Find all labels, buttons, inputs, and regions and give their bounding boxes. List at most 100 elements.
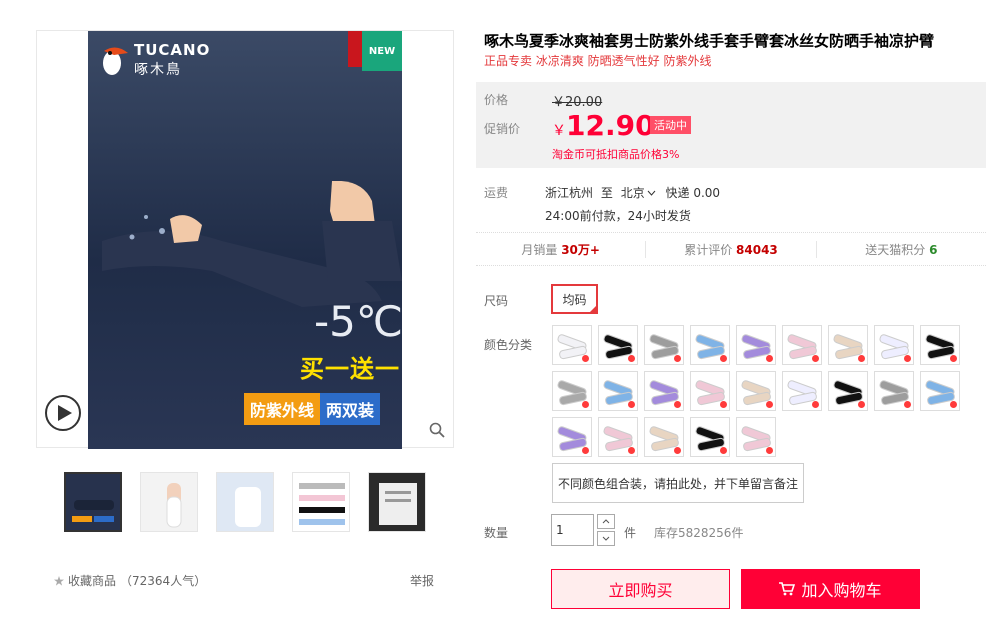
thumbnail-5[interactable] xyxy=(368,472,426,532)
tag-dot-icon xyxy=(904,401,911,408)
shipping-note: 24:00前付款，24小时发货 xyxy=(545,209,691,223)
thumbnail-1[interactable] xyxy=(64,472,122,532)
monthly-sales-label: 月销量 xyxy=(521,242,558,257)
color-swatch[interactable] xyxy=(552,325,592,365)
color-swatch[interactable] xyxy=(874,325,914,365)
favorite-product[interactable]: 收藏商品 （72364人气） xyxy=(54,572,206,589)
color-swatch[interactable] xyxy=(552,417,592,457)
product-subtitle: 正品专卖 冰凉清爽 防晒透气性好 防紫外线 xyxy=(484,54,712,68)
tag-dot-icon xyxy=(674,447,681,454)
quantity-unit: 件 xyxy=(624,526,637,540)
color-swatch[interactable] xyxy=(828,325,868,365)
monthly-sales: 月销量 30万+ xyxy=(476,240,647,258)
activity-tag: 活动中 xyxy=(650,116,691,134)
color-swatch[interactable] xyxy=(920,325,960,365)
color-swatch[interactable] xyxy=(644,325,684,365)
tag-dot-icon xyxy=(766,447,773,454)
color-swatch[interactable] xyxy=(644,417,684,457)
tag-dot-icon xyxy=(582,447,589,454)
color-swatch[interactable] xyxy=(690,417,730,457)
coin-note: 淘金币可抵扣商品价格3% xyxy=(552,148,680,161)
tag-dot-icon xyxy=(858,401,865,408)
tag-dot-icon xyxy=(720,355,727,362)
shipping-route: 浙江杭州 至 北京 快递 0.00 xyxy=(545,184,720,201)
quantity-decrease-button[interactable] xyxy=(597,531,615,546)
tag-dot-icon xyxy=(812,401,819,408)
main-product-image[interactable]: TUCANO 啄木鳥 NEW -5℃ 买一送一 防紫外线 两双装 xyxy=(36,30,454,449)
tag-dot-icon xyxy=(858,355,865,362)
tag-dot-icon xyxy=(766,401,773,408)
tag-dot-icon xyxy=(582,355,589,362)
color-swatch[interactable] xyxy=(736,417,776,457)
promo-tag-uv: 防紫外线 xyxy=(244,393,321,425)
reviews-label: 累计评价 xyxy=(684,242,733,257)
promo-buy-one-get-one: 买一送一 xyxy=(300,355,400,383)
report-link[interactable]: 举报 xyxy=(410,572,434,589)
tag-dot-icon xyxy=(674,355,681,362)
star-icon xyxy=(54,575,64,586)
quantity-increase-button[interactable] xyxy=(597,514,615,529)
reviews-value: 84043 xyxy=(736,242,778,257)
color-swatch[interactable] xyxy=(598,325,638,365)
color-swatch[interactable] xyxy=(920,371,960,411)
original-price: ￥20.00 xyxy=(552,95,603,110)
tag-dot-icon xyxy=(950,401,957,408)
chevron-down-icon xyxy=(602,536,610,541)
price-label: 价格 xyxy=(484,93,509,107)
buy-now-button[interactable]: 立即购买 xyxy=(551,569,730,609)
color-swatch[interactable] xyxy=(874,371,914,411)
chevron-down-icon xyxy=(647,190,656,196)
tag-dot-icon xyxy=(674,401,681,408)
tag-dot-icon xyxy=(766,355,773,362)
thumbnail-2[interactable] xyxy=(140,472,198,532)
tmall-points: 送天猫积分 6 xyxy=(817,241,986,258)
color-swatch[interactable] xyxy=(828,371,868,411)
thumbnail-3[interactable] xyxy=(216,472,274,532)
quantity-input[interactable] xyxy=(551,514,594,546)
size-label: 尺码 xyxy=(484,294,509,308)
points-value: 6 xyxy=(929,242,938,257)
currency-symbol: ￥ xyxy=(552,123,566,139)
shipping-destination-select[interactable]: 北京 xyxy=(621,186,662,200)
monthly-sales-value: 30万+ xyxy=(561,242,600,257)
add-to-cart-button[interactable]: 加入购物车 xyxy=(741,569,920,609)
color-swatch[interactable] xyxy=(782,325,822,365)
cart-icon xyxy=(779,582,796,596)
color-swatch[interactable] xyxy=(736,325,776,365)
tag-dot-icon xyxy=(628,447,635,454)
thumbnail-4[interactable] xyxy=(292,472,350,532)
color-swatch[interactable] xyxy=(690,371,730,411)
tag-dot-icon xyxy=(950,355,957,362)
promo-price-value: 12.90 xyxy=(566,109,655,142)
color-swatch[interactable] xyxy=(598,371,638,411)
color-swatch[interactable] xyxy=(552,371,592,411)
color-combo-option[interactable]: 不同颜色组合装，请拍此处，并下单留言备注 xyxy=(552,463,804,503)
tag-dot-icon xyxy=(904,355,911,362)
brand-logo: TUCANO 啄木鳥 xyxy=(98,41,210,79)
shipping-label: 运费 xyxy=(484,186,509,200)
zoom-icon[interactable] xyxy=(429,422,445,441)
color-swatch[interactable] xyxy=(690,325,730,365)
red-corner-tag xyxy=(348,31,362,67)
chevron-up-icon xyxy=(602,519,610,524)
tag-dot-icon xyxy=(628,401,635,408)
color-swatch[interactable] xyxy=(782,371,822,411)
brand-name-cn: 啄木鳥 xyxy=(134,62,182,78)
total-reviews[interactable]: 累计评价 84043 xyxy=(646,240,817,258)
stock-count: 库存5828256件 xyxy=(654,526,744,540)
color-swatch[interactable] xyxy=(736,371,776,411)
promo-price-label: 促销价 xyxy=(484,122,521,136)
video-play-button[interactable] xyxy=(45,395,81,431)
size-option-one-size[interactable]: 均码 xyxy=(551,284,598,314)
promo-tag-pairs: 两双装 xyxy=(320,393,381,425)
tag-dot-icon xyxy=(720,401,727,408)
color-swatch[interactable] xyxy=(644,371,684,411)
tag-dot-icon xyxy=(812,355,819,362)
promo-price: ￥12.90 xyxy=(552,109,655,142)
tag-dot-icon xyxy=(720,447,727,454)
promo-tags: 防紫外线 两双装 xyxy=(244,393,381,425)
product-title: 啄木鸟夏季冰爽袖套男士防紫外线手套手臂套冰丝女防晒手袖凉护臂 xyxy=(484,32,935,50)
product-poster: TUCANO 啄木鳥 NEW -5℃ 买一送一 防紫外线 两双装 xyxy=(88,31,402,449)
quantity-label: 数量 xyxy=(484,526,509,540)
color-swatch[interactable] xyxy=(598,417,638,457)
